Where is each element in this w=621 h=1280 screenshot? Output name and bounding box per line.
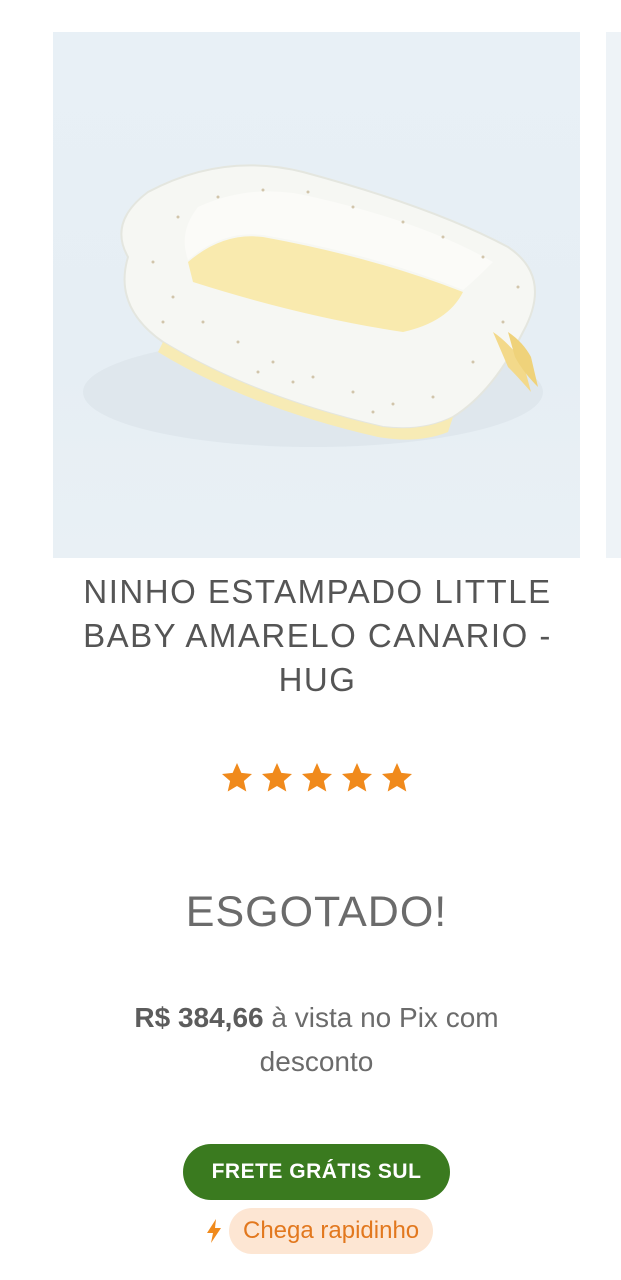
star-icon — [341, 763, 372, 792]
sold-out-status: ESGOTADO! — [185, 888, 448, 936]
product-card-page: NINHO ESTAMPADO LITTLE BABY AMARELO CANA… — [0, 0, 621, 1280]
product-image[interactable] — [53, 32, 580, 558]
pix-description: à vista no Pix com desconto — [259, 1002, 499, 1077]
pix-price: R$ 384,66 — [134, 1002, 264, 1033]
baby-nest-illustration — [83, 164, 543, 447]
pix-price-info: R$ 384,66 à vista no Pix com desconto — [100, 996, 533, 1084]
product-title[interactable]: NINHO ESTAMPADO LITTLE BABY AMARELO CANA… — [60, 570, 575, 702]
star-icon — [381, 763, 412, 792]
rating-stars — [0, 760, 621, 796]
fast-delivery-label: Chega rapidinho — [229, 1208, 434, 1254]
star-icon — [301, 763, 332, 792]
next-product-card-edge[interactable] — [606, 32, 621, 558]
lightning-icon — [207, 1219, 221, 1243]
free-shipping-badge: FRETE GRÁTIS SUL — [183, 1144, 450, 1200]
star-icon — [221, 763, 252, 792]
fast-delivery-tag: Chega rapidinho — [203, 1208, 434, 1254]
star-icon — [261, 763, 292, 792]
